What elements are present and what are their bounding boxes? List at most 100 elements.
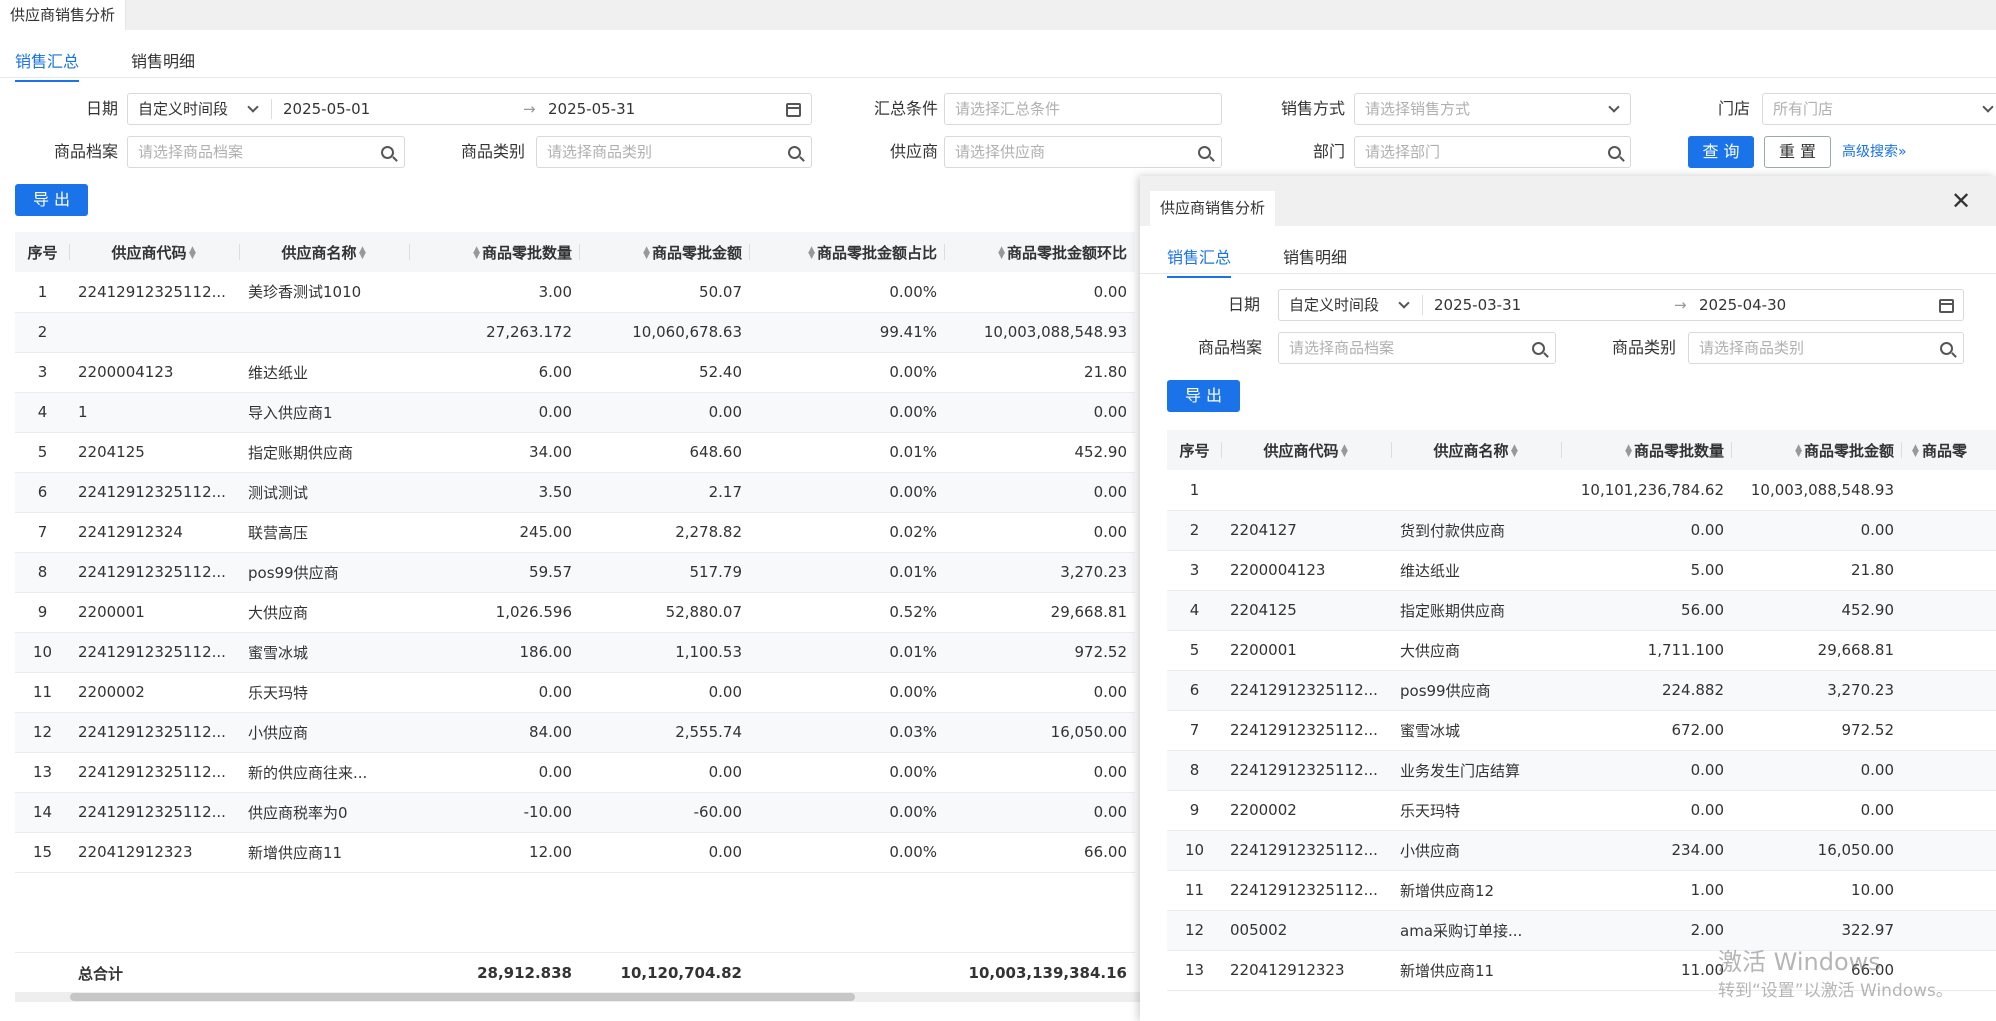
table-row[interactable]: 9 2200001 大供应商 1,026.596 52,880.07 0.52% 29,66… (15, 592, 1135, 633)
date-mode-select[interactable]: 自定义时间段 (138, 94, 228, 124)
calendar-icon[interactable] (1931, 290, 1961, 320)
table-cell: 2.00 (1562, 910, 1732, 951)
table-cell (1222, 470, 1392, 511)
table-cell: 2,278.82 (580, 512, 750, 553)
table-row[interactable]: 15 220412912323 新增供应商11 12.00 0.00 0.00% 66.00 (15, 832, 1135, 873)
supplier-sales-dialog: 供应商销售分析 ✕ 销售汇总 销售明细 日期 自定义时间段 2025-03-31… (1140, 176, 1996, 1021)
dialog-tab-supplier-sales[interactable]: 供应商销售分析 (1150, 191, 1276, 226)
dialog-date-range-picker[interactable]: 自定义时间段 2025-03-31 → 2025-04-30 (1278, 289, 1964, 321)
dept-select[interactable]: 请选择部门 (1354, 136, 1631, 168)
table-row[interactable]: 7 22412912324 联营高压 245.00 2,278.82 0.02% 0.00 (15, 512, 1135, 553)
search-icon[interactable] (1189, 137, 1219, 167)
dialog-table-row[interactable]: 7 22412912325112... 蜜雪冰城 672.00 972.52 (1167, 710, 1996, 751)
table-row[interactable]: 4 1 导入供应商1 0.00 0.00 0.00% 0.00 (15, 392, 1135, 433)
sort-icon[interactable]: ▲ ▼ (1912, 444, 1920, 459)
dialog-product-select[interactable]: 请选择商品档案 (1278, 332, 1556, 364)
summary-condition-select[interactable]: 请选择汇总条件 (944, 93, 1222, 125)
scrollbar-thumb[interactable] (70, 993, 855, 1001)
sort-icon[interactable]: ▲ ▼ (997, 246, 1005, 261)
table-row[interactable]: 11 2200002 乐天玛特 0.00 0.00 0.00% 0.00 (15, 672, 1135, 713)
table-row[interactable]: 5 2204125 指定账期供应商 34.00 648.60 0.01% 452.90 (15, 432, 1135, 473)
sort-icon[interactable]: ▲ ▼ (472, 246, 480, 261)
dialog-category-select[interactable]: 请选择商品类别 (1688, 332, 1964, 364)
search-icon[interactable] (779, 137, 809, 167)
tab-sales-summary[interactable]: 销售汇总 (15, 48, 80, 82)
calendar-icon[interactable] (778, 94, 808, 124)
dialog-date-mode-select[interactable]: 自定义时间段 (1289, 290, 1379, 320)
sale-mode-select[interactable]: 请选择销售方式 (1354, 93, 1631, 125)
horizontal-scrollbar[interactable] (15, 992, 1140, 1002)
dialog-table-row[interactable]: 9 2200002 乐天玛特 0.00 0.00 (1167, 790, 1996, 831)
dialog-table-row[interactable]: 3 2200004123 维达纸业 5.00 21.80 (1167, 550, 1996, 591)
dialog-table-row[interactable]: 4 2204125 指定账期供应商 56.00 452.90 (1167, 590, 1996, 631)
table-cell: 0.00 (410, 672, 580, 713)
dialog-product-placeholder: 请选择商品档案 (1289, 339, 1395, 357)
sort-icon[interactable]: ▲ ▼ (1794, 444, 1802, 459)
store-select[interactable]: 所有门店 (1762, 93, 1996, 125)
col-header-qty[interactable]: ▲ ▼ 商品零批数量 (410, 232, 580, 272)
col-header-supplier-name[interactable]: 供应商名称 ▲ ▼ (1392, 430, 1562, 470)
col-header-amount[interactable]: ▲ ▼ 商品零批金额 (580, 232, 750, 272)
sort-icon[interactable]: ▲ ▼ (359, 246, 367, 261)
table-cell: 0.00% (750, 792, 945, 833)
table-row[interactable]: 14 22412912325112... 供应商税率为0 -10.00 -60.00 0.… (15, 792, 1135, 833)
dialog-date-start[interactable]: 2025-03-31 (1434, 290, 1521, 320)
advanced-search-link[interactable]: 高级搜索» (1842, 136, 1907, 168)
page-tab-supplier-sales[interactable]: 供应商销售分析 (0, 0, 127, 30)
dialog-table-row[interactable]: 6 22412912325112... pos99供应商 224.882 3,270.2… (1167, 670, 1996, 711)
col-header-index: 序号 (1167, 430, 1222, 470)
query-button[interactable]: 查 询 (1688, 136, 1754, 168)
summary-condition-placeholder: 请选择汇总条件 (955, 100, 1061, 118)
dialog-table-row[interactable]: 8 22412912325112... 业务发生门店结算 0.00 0.00 (1167, 750, 1996, 791)
search-icon[interactable] (1523, 333, 1553, 363)
export-button[interactable]: 导 出 (15, 184, 88, 216)
supplier-select[interactable]: 请选择供应商 (944, 136, 1222, 168)
col-header-amount-share[interactable]: ▲ ▼ 商品零批金额占比 (750, 232, 945, 272)
col-header-qty[interactable]: ▲ ▼ 商品零批数量 (1562, 430, 1732, 470)
dialog-tab-sales-summary[interactable]: 销售汇总 (1167, 244, 1232, 278)
col-header-amount-mom[interactable]: ▲ ▼ 商品零批金额环比 (945, 232, 1135, 272)
close-icon[interactable]: ✕ (1948, 188, 1974, 214)
sort-icon[interactable]: ▲ ▼ (1511, 444, 1519, 459)
product-select[interactable]: 请选择商品档案 (127, 136, 405, 168)
table-row[interactable]: 8 22412912325112... pos99供应商 59.57 517.79 0.0… (15, 552, 1135, 593)
tab-sales-detail[interactable]: 销售明细 (131, 48, 195, 80)
col-header-amount[interactable]: ▲ ▼ 商品零批金额 (1732, 430, 1902, 470)
sort-icon[interactable]: ▲ ▼ (642, 246, 650, 261)
table-row[interactable]: 10 22412912325112... 蜜雪冰城 186.00 1,100.53 0.0… (15, 632, 1135, 673)
table-row[interactable]: 12 22412912325112... 小供应商 84.00 2,555.74 0.03… (15, 712, 1135, 753)
search-icon[interactable] (372, 137, 402, 167)
col-header-supplier-name[interactable]: 供应商名称 ▲ ▼ (240, 232, 410, 272)
search-icon[interactable] (1931, 333, 1961, 363)
dialog-table-row[interactable]: 1 10,101,236,784.62 10,003,088,548.93 (1167, 470, 1996, 511)
col-header-truncated[interactable]: ▲ ▼ 商品零 (1902, 430, 1996, 470)
dialog-date-end[interactable]: 2025-04-30 (1699, 290, 1786, 320)
col-header-supplier-code[interactable]: 供应商代码 ▲ ▼ (70, 232, 240, 272)
table-cell: 7 (1167, 710, 1222, 751)
table-row[interactable]: 6 22412912325112... 测试测试 3.50 2.17 0.00% 0.00 (15, 472, 1135, 513)
table-row[interactable]: 13 22412912325112... 新的供应商往来... 0.00 0.00 0.0… (15, 752, 1135, 793)
table-row[interactable]: 1 22412912325112... 美珍香测试1010 3.00 50.07 0.00… (15, 272, 1135, 313)
search-icon[interactable] (1599, 137, 1629, 167)
dialog-table-row[interactable]: 10 22412912325112... 小供应商 234.00 16,050.00 (1167, 830, 1996, 871)
sort-icon[interactable]: ▲ ▼ (1341, 444, 1349, 459)
date-end[interactable]: 2025-05-31 (548, 94, 635, 124)
sort-icon[interactable]: ▲ ▼ (189, 246, 197, 261)
dialog-table-row[interactable]: 11 22412912325112... 新增供应商12 1.00 10.00 (1167, 870, 1996, 911)
table-row[interactable]: 2 27,263.172 10,060,678.63 99.41% 10,003,088… (15, 312, 1135, 353)
sort-icon[interactable]: ▲ ▼ (807, 246, 815, 261)
dialog-table-row[interactable]: 5 2200001 大供应商 1,711.100 29,668.81 (1167, 630, 1996, 671)
windows-activation-hint: 转到“设置”以激活 Windows。 (1718, 981, 1953, 1001)
sort-icon[interactable]: ▲ ▼ (1624, 444, 1632, 459)
category-select[interactable]: 请选择商品类别 (536, 136, 812, 168)
dialog-export-button[interactable]: 导 出 (1167, 380, 1240, 412)
dialog-table-row[interactable]: 2 2204127 货到付款供应商 0.00 0.00 (1167, 510, 1996, 551)
col-header-supplier-code[interactable]: 供应商代码 ▲ ▼ (1222, 430, 1392, 470)
reset-button[interactable]: 重 置 (1764, 136, 1831, 168)
date-range-picker[interactable]: 自定义时间段 2025-05-01 → 2025-05-31 (127, 93, 812, 125)
sale-mode-label: 销售方式 (1280, 99, 1345, 118)
date-start[interactable]: 2025-05-01 (283, 94, 370, 124)
table-cell: 22412912325112... (70, 792, 240, 833)
table-row[interactable]: 3 2200004123 维达纸业 6.00 52.40 0.00% 21.80 (15, 352, 1135, 393)
dialog-tab-sales-detail[interactable]: 销售明细 (1283, 244, 1347, 276)
